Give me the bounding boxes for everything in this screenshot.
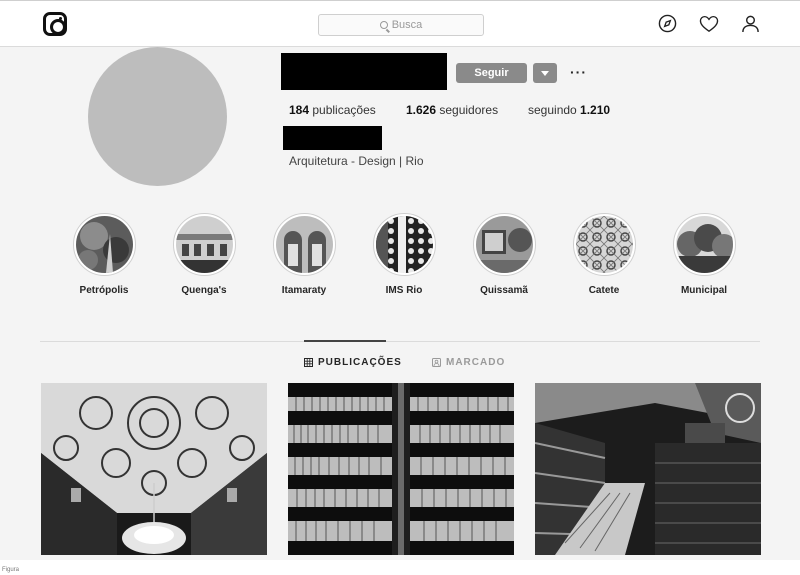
active-tab-indicator: [304, 340, 386, 342]
redacted-full-name: [283, 126, 382, 150]
highlight-petropolis[interactable]: Petrópolis: [64, 213, 144, 296]
figure-caption: Figura: [2, 567, 20, 573]
instagram-profile-page: Busca Seguir ··· 184 publicações 1.626 s…: [0, 0, 800, 560]
tab-publicacoes[interactable]: PUBLICAÇÕES: [304, 357, 402, 368]
tabs-divider: [40, 341, 760, 342]
highlight-label: Catete: [588, 285, 620, 296]
tab-label: PUBLICAÇÕES: [318, 357, 402, 368]
profile-avatar[interactable]: [88, 47, 227, 186]
highlight-label: Itamaraty: [281, 285, 327, 296]
highlight-thumbnail: [75, 216, 133, 273]
profile-bio: Arquitetura - Design | Rio: [289, 154, 424, 168]
highlight-municipal[interactable]: Municipal: [664, 213, 744, 296]
post-thumbnail[interactable]: [41, 383, 267, 555]
top-navigation-bar: Busca: [0, 1, 800, 47]
follow-button[interactable]: Seguir: [456, 63, 527, 83]
highlight-label: Petrópolis: [79, 285, 129, 296]
highlight-catete[interactable]: Catete: [564, 213, 644, 296]
highlight-thumbnail: [175, 216, 233, 273]
highlight-quengas[interactable]: Quenga's: [164, 213, 244, 296]
instagram-logo-icon[interactable]: [43, 12, 67, 36]
compass-icon[interactable]: [658, 14, 677, 33]
highlight-label: Quenga's: [181, 285, 227, 296]
highlight-ims-rio[interactable]: IMS Rio: [364, 213, 444, 296]
tagged-icon: [432, 358, 441, 367]
chevron-down-icon: [541, 70, 549, 76]
profile-icon[interactable]: [741, 14, 760, 33]
highlight-itamaraty[interactable]: Itamaraty: [264, 213, 344, 296]
highlight-thumbnail: [375, 216, 433, 273]
highlight-thumbnail: [575, 216, 633, 273]
posts-count[interactable]: 184 publicações: [289, 103, 376, 117]
highlight-label: Quissamã: [480, 285, 528, 296]
top-nav-icons: [658, 14, 760, 33]
search-input[interactable]: Busca: [318, 14, 484, 36]
heart-icon[interactable]: [699, 15, 719, 33]
highlight-thumbnail: [675, 216, 733, 273]
highlight-thumbnail: [275, 216, 333, 273]
highlight-quissama[interactable]: Quissamã: [464, 213, 544, 296]
tab-label: MARCADO: [446, 357, 506, 368]
grid-icon: [304, 358, 313, 367]
highlight-thumbnail: [475, 216, 533, 273]
highlight-label: Municipal: [680, 285, 728, 296]
search-icon: [379, 21, 388, 29]
suggestions-dropdown-button[interactable]: [533, 63, 557, 83]
post-thumbnail[interactable]: [535, 383, 761, 555]
redacted-username: [281, 53, 447, 90]
post-thumbnail[interactable]: [288, 383, 514, 555]
more-options-button[interactable]: ···: [570, 64, 587, 80]
search-placeholder: Busca: [391, 19, 423, 31]
tab-marcado[interactable]: MARCADO: [432, 357, 505, 368]
highlight-label: IMS Rio: [385, 285, 423, 296]
followers-count[interactable]: 1.626 seguidores: [406, 103, 498, 117]
following-count[interactable]: seguindo 1.210: [528, 103, 610, 117]
